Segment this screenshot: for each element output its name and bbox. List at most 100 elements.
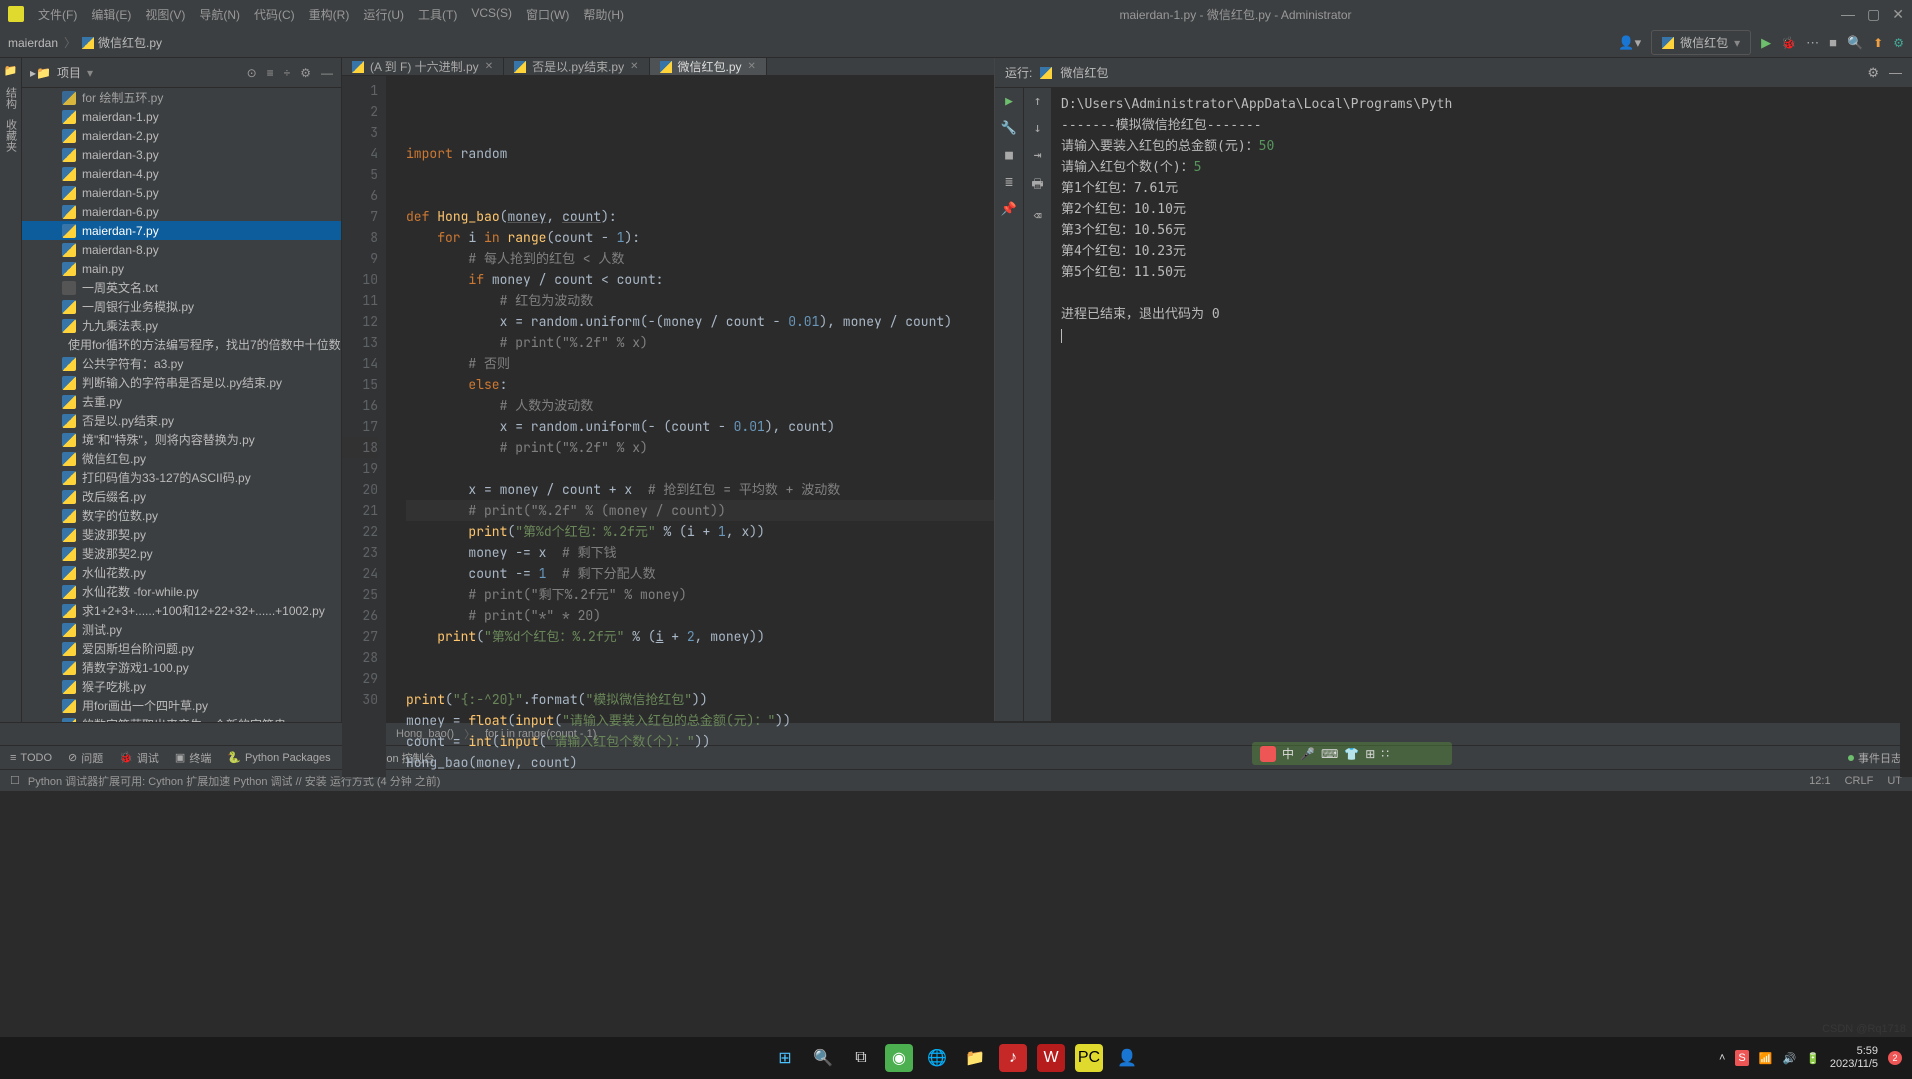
windows-taskbar[interactable]: ⊞ 🔍 ⧉ ◉ 🌐 📁 ♪ W PC 👤 ˄ S 📶 🔊 🔋 5:59 2023… bbox=[0, 1037, 1912, 1079]
layout-icon[interactable]: ≣ bbox=[1005, 175, 1013, 190]
tools-icon[interactable]: 🔧 bbox=[1001, 121, 1017, 136]
tree-item[interactable]: 否是以.py结束.py bbox=[22, 411, 341, 430]
ide-update-icon[interactable]: ⬆ bbox=[1873, 36, 1883, 50]
up-icon[interactable]: ↑ bbox=[1034, 94, 1042, 109]
settings-icon[interactable]: ⚙ bbox=[1893, 36, 1904, 50]
menu-item[interactable]: 窗口(W) bbox=[520, 2, 575, 27]
tree-item[interactable]: maierdan-2.py bbox=[22, 126, 341, 145]
tree-item[interactable]: maierdan-1.py bbox=[22, 107, 341, 126]
tree-item[interactable]: maierdan-4.py bbox=[22, 164, 341, 183]
settings-icon[interactable]: ⚙ bbox=[300, 66, 311, 80]
tree-item[interactable]: 求1+2+3+......+100和12+22+32+......+1002.p… bbox=[22, 601, 341, 620]
tree-item[interactable]: maierdan-8.py bbox=[22, 240, 341, 259]
project-tree[interactable]: for 绘制五环.pymaierdan-1.pymaierdan-2.pymai… bbox=[22, 88, 341, 722]
clear-icon[interactable]: ⌫ bbox=[1034, 209, 1042, 224]
stop-icon[interactable]: ■ bbox=[1829, 35, 1837, 50]
structure-tool-label[interactable]: 结构 bbox=[3, 87, 19, 109]
run-button-icon[interactable]: ▶ bbox=[1761, 35, 1771, 51]
tree-item[interactable]: 境"和"特殊"，则将内容替换为.py bbox=[22, 430, 341, 449]
explorer-icon[interactable]: 📁 bbox=[961, 1044, 989, 1072]
notifications-icon[interactable]: ☐ bbox=[10, 774, 20, 787]
tree-item[interactable]: 斐波那契2.py bbox=[22, 544, 341, 563]
down-icon[interactable]: ↓ bbox=[1034, 121, 1042, 136]
tree-item[interactable]: 水仙花数.py bbox=[22, 563, 341, 582]
tree-item[interactable]: for 绘制五环.py bbox=[22, 88, 341, 107]
search-everywhere-icon[interactable]: 🔍 bbox=[1847, 35, 1863, 51]
tree-item[interactable]: 水仙花数 -for-while.py bbox=[22, 582, 341, 601]
tree-item[interactable]: maierdan-6.py bbox=[22, 202, 341, 221]
volume-icon[interactable]: 🔊 bbox=[1782, 1052, 1796, 1065]
tree-item[interactable]: maierdan-3.py bbox=[22, 145, 341, 164]
more-run-icon[interactable]: ⋯ bbox=[1806, 35, 1819, 51]
tray-chevron-icon[interactable]: ˄ bbox=[1719, 1052, 1725, 1064]
tree-item[interactable]: 一周银行业务模拟.py bbox=[22, 297, 341, 316]
menu-item[interactable]: 工具(T) bbox=[412, 2, 463, 27]
project-tool-icon[interactable]: 📁 bbox=[4, 64, 18, 77]
taskbar-clock[interactable]: 5:59 2023/11/5 bbox=[1830, 1045, 1878, 1071]
editor-tab[interactable]: 否是以.py结束.py✕ bbox=[504, 58, 649, 75]
notification-badge-icon[interactable]: 2 bbox=[1888, 1051, 1902, 1065]
console-output[interactable]: D:\Users\Administrator\AppData\Local\Pro… bbox=[1051, 88, 1912, 721]
netease-icon[interactable]: ♪ bbox=[999, 1044, 1027, 1072]
print-icon[interactable]: 🖶 bbox=[1031, 175, 1043, 197]
search-icon[interactable]: 🔍 bbox=[809, 1044, 837, 1072]
problems-tab[interactable]: ⊘ 问题 bbox=[68, 750, 103, 766]
menu-item[interactable]: 运行(U) bbox=[357, 2, 410, 27]
tree-item[interactable]: 一周英文名.txt bbox=[22, 278, 341, 297]
tree-item[interactable]: 爱因斯坦台阶问题.py bbox=[22, 639, 341, 658]
ime-icon[interactable]: S bbox=[1735, 1050, 1748, 1066]
tree-item[interactable]: 判断输入的字符串是否是以.py结束.py bbox=[22, 373, 341, 392]
tree-item[interactable]: 猴子吃桃.py bbox=[22, 677, 341, 696]
start-icon[interactable]: ⊞ bbox=[771, 1044, 799, 1072]
target-icon[interactable]: ⊙ bbox=[247, 66, 257, 80]
tree-item[interactable]: 用for画出一个四叶草.py bbox=[22, 696, 341, 715]
tree-item[interactable]: 公共字符有：a3.py bbox=[22, 354, 341, 373]
todo-tab[interactable]: ≡ TODO bbox=[10, 752, 52, 764]
terminal-tab[interactable]: ▣ 终端 bbox=[175, 750, 211, 766]
rerun-icon[interactable]: ▶ bbox=[1005, 94, 1013, 109]
run-config-selector[interactable]: 微信红包 ▾ bbox=[1651, 30, 1751, 55]
gutter[interactable]: 1234567891011121314151617181920212223242… bbox=[342, 76, 386, 777]
maximize-icon[interactable]: ▢ bbox=[1867, 6, 1880, 23]
bookmarks-tool-label[interactable]: 收藏夹 bbox=[3, 119, 19, 152]
tree-item[interactable]: 改后缀名.py bbox=[22, 487, 341, 506]
close-tab-icon[interactable]: ✕ bbox=[630, 61, 638, 72]
breadcrumb-file[interactable]: 微信红包.py bbox=[98, 34, 162, 51]
settings-icon[interactable]: ⚙ bbox=[1867, 65, 1879, 81]
tree-item[interactable]: 的数字符获取出来产生一个新的字符串.py bbox=[22, 715, 341, 722]
menu-item[interactable]: 导航(N) bbox=[193, 2, 246, 27]
tree-item[interactable]: main.py bbox=[22, 259, 341, 278]
app-icon[interactable]: ◉ bbox=[885, 1044, 913, 1072]
battery-icon[interactable]: 🔋 bbox=[1806, 1052, 1820, 1065]
minimize-icon[interactable]: — bbox=[1841, 6, 1855, 23]
collapse-icon[interactable]: ≡ bbox=[267, 66, 274, 80]
tree-item[interactable]: maierdan-7.py bbox=[22, 221, 341, 240]
wifi-icon[interactable]: 📶 bbox=[1759, 1052, 1773, 1065]
tree-item[interactable]: 数字的位数.py bbox=[22, 506, 341, 525]
breadcrumb-root[interactable]: maierdan bbox=[8, 36, 58, 50]
tree-item[interactable]: 猜数字游戏1-100.py bbox=[22, 658, 341, 677]
menu-item[interactable]: 编辑(E) bbox=[85, 2, 137, 27]
hide-icon[interactable]: — bbox=[321, 66, 333, 80]
tree-item[interactable]: 斐波那契.py bbox=[22, 525, 341, 544]
tree-item[interactable]: 测试.py bbox=[22, 620, 341, 639]
close-icon[interactable]: ✕ bbox=[1892, 6, 1904, 23]
editor-tab[interactable]: 微信红包.py✕ bbox=[650, 58, 767, 75]
menu-item[interactable]: 代码(C) bbox=[248, 2, 301, 27]
menu-item[interactable]: VCS(S) bbox=[465, 2, 518, 27]
user-icon[interactable]: 👤▾ bbox=[1618, 35, 1641, 51]
menu-item[interactable]: 视图(V) bbox=[139, 2, 191, 27]
tree-item[interactable]: 微信红包.py bbox=[22, 449, 341, 468]
debug-tab[interactable]: 🐞 调试 bbox=[119, 750, 159, 766]
wps-icon[interactable]: W bbox=[1037, 1044, 1065, 1072]
stop-icon[interactable]: ■ bbox=[1005, 148, 1013, 163]
menu-item[interactable]: 帮助(H) bbox=[577, 2, 630, 27]
soft-wrap-icon[interactable]: ⇥ bbox=[1034, 148, 1042, 163]
tree-item[interactable]: 使用for循环的方法编写程序，找出7的倍数中十位数为... bbox=[22, 335, 341, 354]
close-tab-icon[interactable]: ✕ bbox=[748, 61, 756, 72]
menu-item[interactable]: 重构(R) bbox=[303, 2, 356, 27]
pycharm-icon[interactable]: PC bbox=[1075, 1044, 1103, 1072]
avatar-icon[interactable]: 👤 bbox=[1113, 1044, 1141, 1072]
edge-icon[interactable]: 🌐 bbox=[923, 1044, 951, 1072]
editor-tab[interactable]: (A 到 F) 十六进制.py✕ bbox=[342, 58, 504, 75]
